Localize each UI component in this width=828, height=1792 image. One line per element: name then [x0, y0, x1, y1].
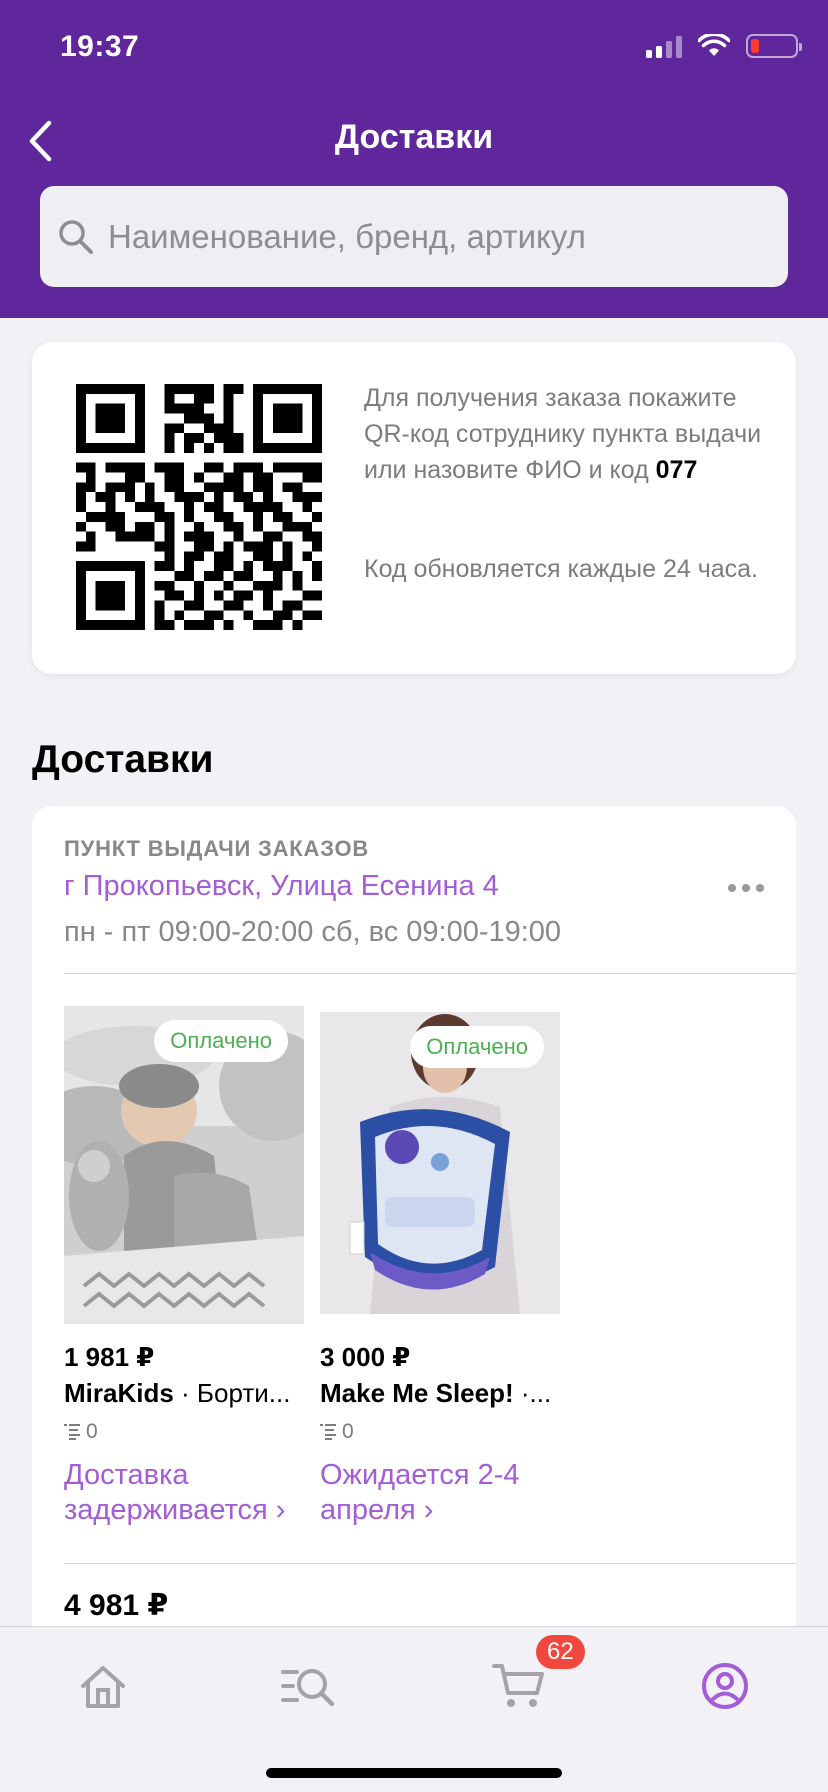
tab-profile[interactable] — [680, 1651, 770, 1721]
delivery-status-link[interactable]: Ожидается 2-4 апреля › — [320, 1458, 540, 1528]
search-bar[interactable] — [40, 186, 788, 287]
pickup-point-hours: пн - пт 09:00-20:00 сб, вс 09:00-19:00 — [64, 916, 562, 948]
divider — [64, 973, 796, 974]
tab-home[interactable] — [58, 1651, 148, 1721]
product-card[interactable]: Оплачено 3 000 ₽ Make Me Sleep! ·... 0 О… — [320, 1006, 560, 1566]
profile-icon — [702, 1663, 748, 1709]
product-name: MiraKids · Борти... — [64, 1378, 291, 1408]
reviews-icon — [320, 1424, 336, 1440]
product-photo[interactable]: Оплачено — [64, 1006, 304, 1324]
paid-badge: Оплачено — [154, 1020, 288, 1062]
page-title: Доставки — [334, 118, 494, 156]
delivery-status-link[interactable]: Доставка задерживается › — [64, 1458, 314, 1528]
pickup-code: 077 — [655, 456, 698, 484]
reviews-count: 0 — [320, 1420, 354, 1444]
order-total: 4 981 ₽ — [64, 1589, 169, 1622]
reviews-count: 0 — [64, 1420, 98, 1444]
section-title: Доставки — [32, 738, 214, 781]
cart-icon — [492, 1664, 544, 1707]
catalog-search-icon — [281, 1669, 335, 1707]
qr-refresh-note: Код обновляется каждые 24 часа. — [364, 555, 758, 583]
qr-code[interactable] — [76, 384, 322, 630]
home-icon — [81, 1666, 125, 1708]
more-options-button[interactable] — [722, 878, 770, 898]
product-card[interactable]: Оплачено 1 981 ₽ MiraKids · Борти... 0 Д… — [64, 1006, 304, 1566]
product-price: 1 981 ₽ — [64, 1342, 155, 1372]
divider — [64, 1563, 796, 1564]
search-icon — [54, 215, 98, 259]
paid-badge: Оплачено — [410, 1026, 544, 1068]
qr-instructions: Для получения заказа покажите QR-код сот… — [364, 384, 762, 484]
wifi-icon — [698, 34, 730, 56]
home-indicator — [266, 1768, 562, 1778]
status-icons — [646, 34, 802, 58]
tab-catalog[interactable] — [264, 1651, 354, 1721]
search-input[interactable] — [108, 217, 768, 256]
cellular-signal-icon — [646, 34, 682, 58]
pickup-point-address[interactable]: г Прокопьевск, Улица Есенина 4 — [64, 870, 499, 903]
pickup-point-label: ПУНКТ ВЫДАЧИ ЗАКАЗОВ — [64, 836, 370, 861]
reviews-icon — [64, 1424, 80, 1440]
qr-code-card: Для получения заказа покажите QR-код сот… — [32, 342, 796, 674]
product-price: 3 000 ₽ — [320, 1342, 411, 1372]
header: 19:37 Доставки — [0, 0, 828, 318]
battery-icon — [746, 34, 802, 58]
cart-count-badge: 62 — [536, 1635, 585, 1669]
status-time: 19:37 — [60, 30, 140, 63]
product-photo[interactable]: Оплачено — [320, 1012, 560, 1314]
product-name: Make Me Sleep! ·... — [320, 1378, 552, 1408]
